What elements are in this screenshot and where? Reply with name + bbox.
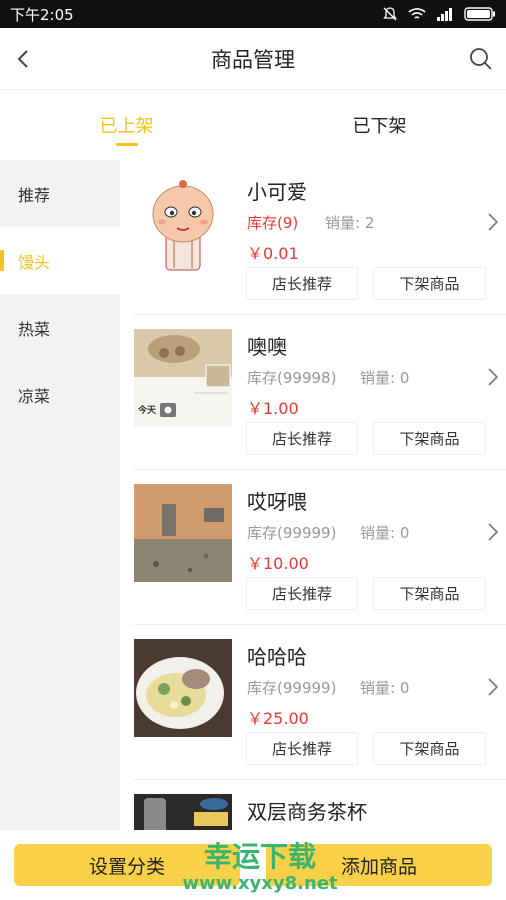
product-image: 今天	[134, 329, 232, 427]
shelf-tabs: 已上架 已下架	[0, 90, 506, 160]
sidebar-item-hot-dishes[interactable]: 热菜	[0, 294, 120, 361]
product-image	[134, 174, 232, 272]
status-time: 下午2:05	[10, 5, 74, 24]
product-image	[134, 794, 232, 830]
product-list: 小可爱 库存(9) 销量: 2 ￥0.01 店长推荐 下架商品 今天 噢噢 库存…	[120, 160, 506, 830]
add-product-button[interactable]: 添加商品	[266, 844, 492, 886]
chevron-right-icon[interactable]	[486, 522, 500, 542]
take-off-shelf-button[interactable]: 下架商品	[373, 267, 486, 300]
wifi-icon	[408, 8, 426, 19]
product-sales: 销量: 0	[360, 679, 410, 697]
chevron-right-icon[interactable]	[486, 677, 500, 697]
product-item[interactable]: 双层商务茶杯	[134, 780, 506, 830]
recommend-button[interactable]: 店长推荐	[246, 422, 358, 455]
product-name: 双层商务茶杯	[247, 800, 367, 824]
page-title: 商品管理	[211, 47, 295, 72]
product-name: 噢噢	[247, 335, 287, 359]
sidebar-item-recommend[interactable]: 推荐	[0, 160, 120, 227]
take-off-shelf-button[interactable]: 下架商品	[373, 577, 486, 610]
sidebar-item-cold-dishes[interactable]: 凉菜	[0, 361, 120, 428]
product-item[interactable]: 哎呀喂 库存(99999) 销量: 0 ￥10.00 店长推荐 下架商品	[134, 470, 506, 625]
back-arrow-icon[interactable]	[12, 46, 38, 72]
product-image	[134, 484, 232, 582]
product-price: ￥0.01	[247, 244, 299, 263]
take-off-shelf-button[interactable]: 下架商品	[373, 422, 486, 455]
product-price: ￥10.00	[247, 554, 309, 573]
product-item[interactable]: 哈哈哈 库存(99999) 销量: 0 ￥25.00 店长推荐 下架商品	[134, 625, 506, 780]
battery-icon	[464, 7, 495, 21]
product-name: 哎呀喂	[247, 490, 307, 514]
product-sales: 销量: 0	[360, 524, 410, 542]
status-bar: 下午2:05	[0, 0, 506, 28]
recommend-button[interactable]: 店长推荐	[246, 577, 358, 610]
product-stock: 库存(9)	[247, 214, 299, 232]
tab-off-shelf[interactable]: 已下架	[253, 90, 506, 160]
thumb-caption: 今天	[138, 406, 157, 416]
signal-icon	[437, 8, 452, 21]
product-stock: 库存(99999)	[247, 524, 337, 542]
status-icons	[382, 6, 496, 22]
chevron-right-icon[interactable]	[486, 367, 500, 387]
search-icon[interactable]	[468, 46, 494, 72]
tab-on-shelf[interactable]: 已上架	[0, 90, 253, 160]
sidebar-item-mantou[interactable]: 馒头	[0, 227, 120, 294]
product-stock: 库存(99999)	[247, 679, 337, 697]
product-sales: 销量: 0	[360, 369, 410, 387]
recommend-button[interactable]: 店长推荐	[246, 732, 358, 765]
product-price: ￥1.00	[247, 399, 299, 418]
bottom-action-bar: 设置分类 添加商品	[0, 830, 506, 900]
product-name: 小可爱	[247, 180, 307, 204]
take-off-shelf-button[interactable]: 下架商品	[373, 732, 486, 765]
product-image	[134, 639, 232, 737]
product-item[interactable]: 小可爱 库存(9) 销量: 2 ￥0.01 店长推荐 下架商品	[134, 160, 506, 315]
product-sales: 销量: 2	[325, 214, 375, 232]
product-name: 哈哈哈	[247, 645, 307, 669]
chevron-right-icon[interactable]	[486, 212, 500, 232]
recommend-button[interactable]: 店长推荐	[246, 267, 358, 300]
set-category-button[interactable]: 设置分类	[14, 844, 240, 886]
category-sidebar: 推荐 馒头 热菜 凉菜	[0, 160, 120, 830]
bell-muted-icon	[383, 7, 397, 21]
nav-bar: 商品管理	[0, 28, 506, 90]
product-price: ￥25.00	[247, 709, 309, 728]
product-stock: 库存(99998)	[247, 369, 337, 387]
product-item[interactable]: 今天 噢噢 库存(99998) 销量: 0 ￥1.00 店长推荐 下架商品	[134, 315, 506, 470]
